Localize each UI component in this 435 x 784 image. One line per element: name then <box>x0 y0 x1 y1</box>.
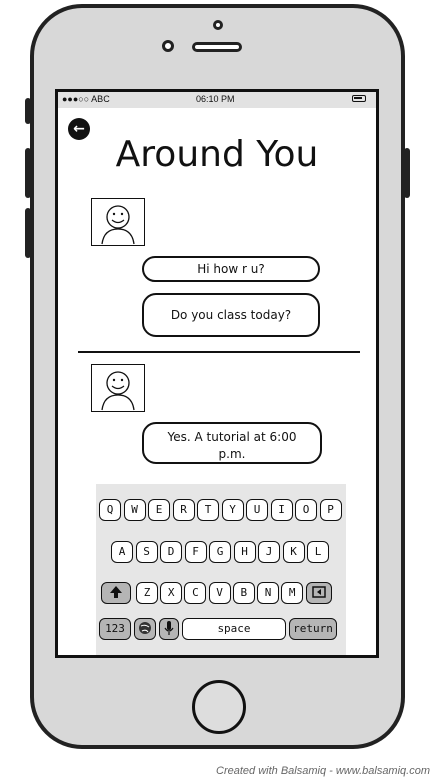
key-u[interactable]: U <box>246 499 268 521</box>
numbers-key[interactable]: 123 <box>99 618 131 640</box>
battery-icon <box>352 95 366 102</box>
key-n[interactable]: N <box>257 582 279 604</box>
key-a[interactable]: A <box>111 541 133 563</box>
status-bar: ●●●○○ ABC 06:10 PM <box>58 92 376 108</box>
key-x[interactable]: X <box>160 582 183 604</box>
key-y[interactable]: Y <box>221 499 244 521</box>
side-button-power <box>404 148 410 198</box>
message-divider <box>78 351 360 353</box>
key-w[interactable]: W <box>123 499 146 521</box>
page-title: Around You <box>115 134 319 175</box>
key-t[interactable]: T <box>197 499 219 521</box>
smiley-avatar-icon <box>91 364 145 412</box>
space-key[interactable]: space <box>182 618 286 640</box>
status-time: 06:10 PM <box>196 94 235 104</box>
message-bubble: Do you class today? <box>142 293 320 337</box>
smiley-avatar-icon <box>91 198 145 246</box>
carrier-label: ●●●○○ ABC <box>62 94 110 104</box>
home-button[interactable] <box>192 680 246 734</box>
key-d[interactable]: D <box>160 541 182 563</box>
return-key-label: return <box>293 622 333 635</box>
key-i[interactable]: I <box>270 499 293 521</box>
key-s[interactable]: S <box>135 541 158 563</box>
message-text: Do you class today? <box>170 308 292 322</box>
message-text: Yes. A tutorial at 6:00 p.m. <box>167 430 297 461</box>
key-l[interactable]: L <box>307 541 329 563</box>
key-j[interactable]: J <box>258 541 280 563</box>
key-m[interactable]: M <box>281 582 304 604</box>
phone-screen: ●●●○○ ABC 06:10 PM ← Around You Hi how r… <box>55 89 379 658</box>
key-q[interactable]: Q <box>99 499 121 521</box>
key-r[interactable]: R <box>172 499 195 521</box>
key-o[interactable]: O <box>295 499 317 521</box>
camera-icon <box>213 20 223 30</box>
message-bubble: Hi how r u? <box>142 256 320 282</box>
side-button-volume-up <box>25 148 31 198</box>
numbers-key-label: 123 <box>105 622 125 635</box>
message-bubble: Yes. A tutorial at 6:00 p.m. <box>142 422 322 464</box>
microphone-icon[interactable] <box>159 618 179 640</box>
speaker-grille <box>192 42 242 52</box>
side-button-volume-down <box>25 208 31 258</box>
footer-credit: Created with Balsamiq - www.balsamiq.com <box>216 765 430 777</box>
return-key[interactable]: return <box>289 618 337 640</box>
key-g[interactable]: G <box>209 541 231 563</box>
keyboard: QWERTYUIOP ASDFGHJKL ZXCVBNM 123 space r… <box>96 484 346 655</box>
key-e[interactable]: E <box>148 499 170 521</box>
space-key-label: space <box>217 622 251 635</box>
key-p[interactable]: P <box>319 499 342 521</box>
key-h[interactable]: H <box>233 541 256 563</box>
front-camera-icon <box>162 40 174 52</box>
backspace-icon[interactable] <box>306 582 332 604</box>
key-f[interactable]: F <box>184 541 207 563</box>
key-z[interactable]: Z <box>136 582 158 604</box>
message-text: Hi how r u? <box>197 262 265 276</box>
key-c[interactable]: C <box>184 582 207 604</box>
globe-icon[interactable] <box>134 618 156 640</box>
key-v[interactable]: V <box>208 582 231 604</box>
key-k[interactable]: K <box>282 541 305 563</box>
side-button-mute <box>25 98 31 124</box>
shift-arrow-icon[interactable] <box>101 582 131 604</box>
key-b[interactable]: B <box>232 582 255 604</box>
